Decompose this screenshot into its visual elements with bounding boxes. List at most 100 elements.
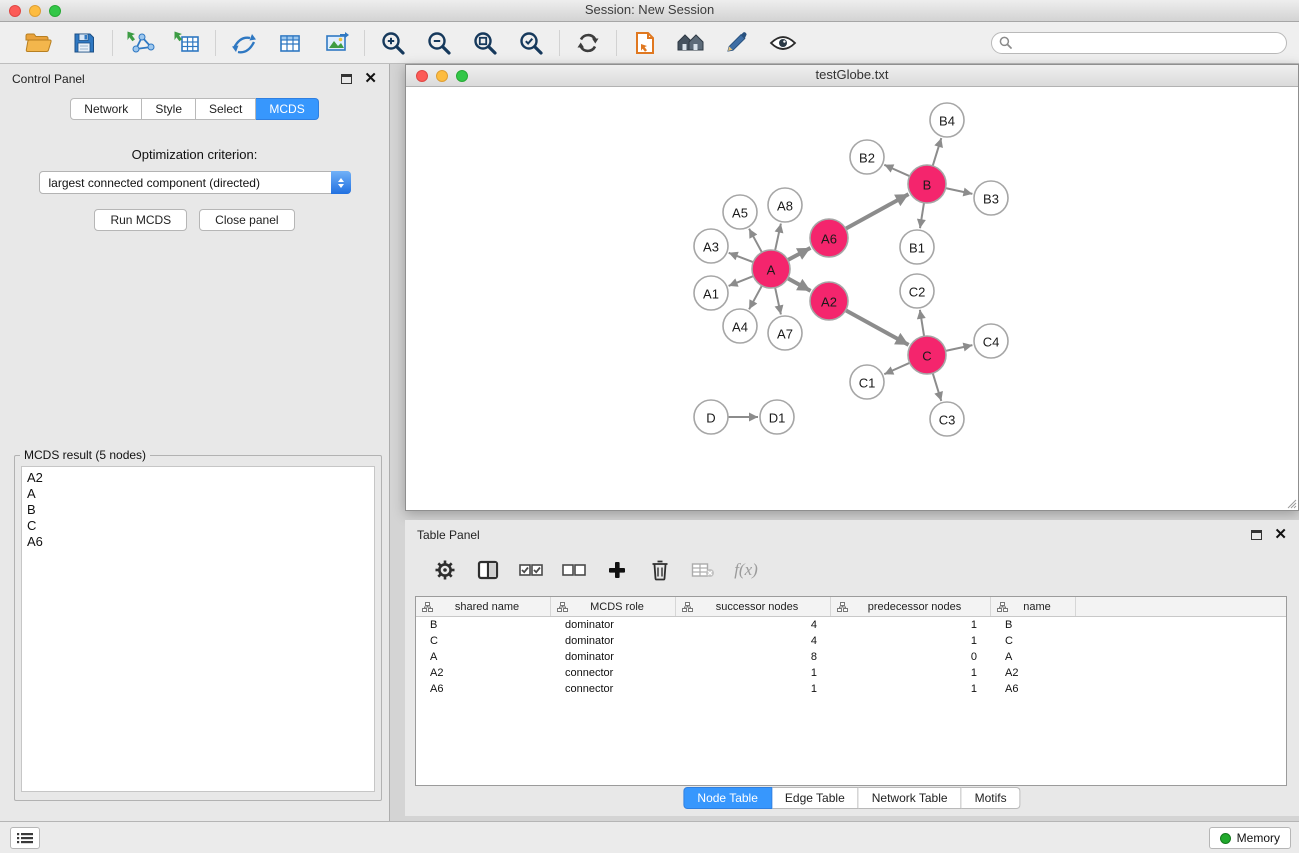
graph-edge-A6-B[interactable] (846, 194, 909, 229)
graph-edge-B-B3[interactable] (946, 188, 973, 194)
select-all-icon[interactable] (519, 557, 543, 583)
show-hide-icon[interactable] (768, 28, 798, 58)
import-table-icon[interactable] (172, 28, 202, 58)
table-row[interactable]: A6connector11A6 (416, 681, 1286, 697)
graph-node-C3[interactable]: C3 (930, 402, 964, 436)
resize-grip-icon[interactable] (1286, 498, 1297, 509)
new-table-icon[interactable] (275, 28, 305, 58)
tab-style[interactable]: Style (142, 98, 196, 120)
graph-edge-A-A5[interactable] (749, 229, 762, 253)
close-table-panel-icon[interactable]: ✕ (1274, 529, 1287, 541)
search-box[interactable] (991, 32, 1287, 54)
graph-edge-A-A3[interactable] (729, 253, 754, 262)
zoom-window-button[interactable] (49, 5, 61, 17)
graph-node-B1[interactable]: B1 (900, 230, 934, 264)
first-neighbors-icon[interactable] (630, 28, 660, 58)
home-icon[interactable] (676, 28, 706, 58)
graph-node-A4[interactable]: A4 (723, 309, 757, 343)
export-image-icon[interactable] (321, 28, 351, 58)
close-window-button[interactable] (9, 5, 21, 17)
column-header-name[interactable]: name (991, 597, 1076, 616)
add-column-icon[interactable] (605, 557, 629, 583)
new-network-icon[interactable] (229, 28, 259, 58)
network-window-titlebar[interactable]: testGlobe.txt (406, 65, 1298, 87)
graph-edge-A-A1[interactable] (729, 276, 754, 286)
graph-node-B3[interactable]: B3 (974, 181, 1008, 215)
graph-edge-B-B1[interactable] (920, 203, 924, 228)
column-header-shared-name[interactable]: shared name (416, 597, 551, 616)
graph-edge-A-A8[interactable] (775, 224, 781, 251)
run-mcds-button[interactable]: Run MCDS (94, 209, 187, 231)
result-item[interactable]: C (27, 518, 369, 534)
open-session-icon[interactable] (23, 28, 53, 58)
float-table-panel-icon[interactable] (1251, 530, 1262, 540)
table-row[interactable]: A2connector11A2 (416, 665, 1286, 681)
graph-edge-A2-C[interactable] (846, 310, 909, 345)
graph-node-B2[interactable]: B2 (850, 140, 884, 174)
import-network-icon[interactable] (126, 28, 156, 58)
mcds-result-list[interactable]: A2ABCA6 (21, 466, 375, 792)
panel-list-button[interactable] (10, 827, 40, 849)
float-panel-icon[interactable] (341, 74, 352, 84)
zoom-fit-icon[interactable] (470, 28, 500, 58)
graph-node-C1[interactable]: C1 (850, 365, 884, 399)
network-zoom-button[interactable] (456, 70, 468, 82)
zoom-in-icon[interactable] (378, 28, 408, 58)
graph-edge-A-A6[interactable] (788, 248, 811, 260)
graph-edge-C-C4[interactable] (946, 345, 973, 351)
criterion-dropdown[interactable]: largest connected component (directed) (39, 171, 351, 194)
result-item[interactable]: A (27, 486, 369, 502)
tab-edge-table[interactable]: Edge Table (772, 787, 859, 809)
close-panel-button[interactable]: Close panel (199, 209, 294, 231)
close-panel-icon[interactable]: ✕ (364, 73, 377, 85)
zoom-selected-icon[interactable] (516, 28, 546, 58)
tab-motifs[interactable]: Motifs (962, 787, 1021, 809)
graph-node-B4[interactable]: B4 (930, 103, 964, 137)
table-row[interactable]: Cdominator41C (416, 633, 1286, 649)
column-header-MCDS-role[interactable]: MCDS role (551, 597, 676, 616)
graph-edge-C-C2[interactable] (920, 310, 924, 336)
zoom-out-icon[interactable] (424, 28, 454, 58)
paint-icon[interactable] (722, 28, 752, 58)
graph-edge-B-B4[interactable] (933, 138, 942, 166)
graph-node-A5[interactable]: A5 (723, 195, 757, 229)
graph-node-A8[interactable]: A8 (768, 188, 802, 222)
memory-button[interactable]: Memory (1209, 827, 1291, 849)
search-input[interactable] (1017, 36, 1279, 50)
graph-edge-C-C1[interactable] (884, 363, 909, 374)
column-header-predecessor-nodes[interactable]: predecessor nodes (831, 597, 991, 616)
graph-node-A2[interactable]: A2 (810, 282, 848, 320)
delete-table-icon[interactable] (691, 557, 715, 583)
result-item[interactable]: A2 (27, 470, 369, 486)
tab-select[interactable]: Select (196, 98, 256, 120)
graph-node-A1[interactable]: A1 (694, 276, 728, 310)
network-canvas[interactable]: B4B2BB3A8A5A6A3B1AC2A1A2A4A7C4CC1C3DD1 (406, 87, 1298, 510)
network-close-button[interactable] (416, 70, 428, 82)
tab-network-table[interactable]: Network Table (859, 787, 962, 809)
table-row[interactable]: Bdominator41B (416, 617, 1286, 633)
function-icon[interactable]: f(x) (734, 557, 758, 583)
graph-edge-C-C3[interactable] (933, 373, 942, 401)
tab-node-table[interactable]: Node Table (683, 787, 772, 809)
graph-edge-A-A4[interactable] (749, 286, 762, 310)
network-minimize-button[interactable] (436, 70, 448, 82)
graph-node-A6[interactable]: A6 (810, 219, 848, 257)
minimize-window-button[interactable] (29, 5, 41, 17)
tab-mcds[interactable]: MCDS (256, 98, 318, 120)
tab-network[interactable]: Network (70, 98, 142, 120)
trash-icon[interactable] (648, 557, 672, 583)
graph-edge-A-A7[interactable] (775, 288, 781, 315)
graph-edge-B-B2[interactable] (884, 165, 909, 176)
refresh-icon[interactable] (573, 28, 603, 58)
column-header-successor-nodes[interactable]: successor nodes (676, 597, 831, 616)
graph-node-C[interactable]: C (908, 336, 946, 374)
graph-node-A3[interactable]: A3 (694, 229, 728, 263)
graph-node-C2[interactable]: C2 (900, 274, 934, 308)
graph-node-A7[interactable]: A7 (768, 316, 802, 350)
result-item[interactable]: B (27, 502, 369, 518)
clear-selection-icon[interactable] (562, 557, 586, 583)
graph-node-B[interactable]: B (908, 165, 946, 203)
result-item[interactable]: A6 (27, 534, 369, 550)
gear-icon[interactable] (433, 557, 457, 583)
columns-icon[interactable] (476, 557, 500, 583)
